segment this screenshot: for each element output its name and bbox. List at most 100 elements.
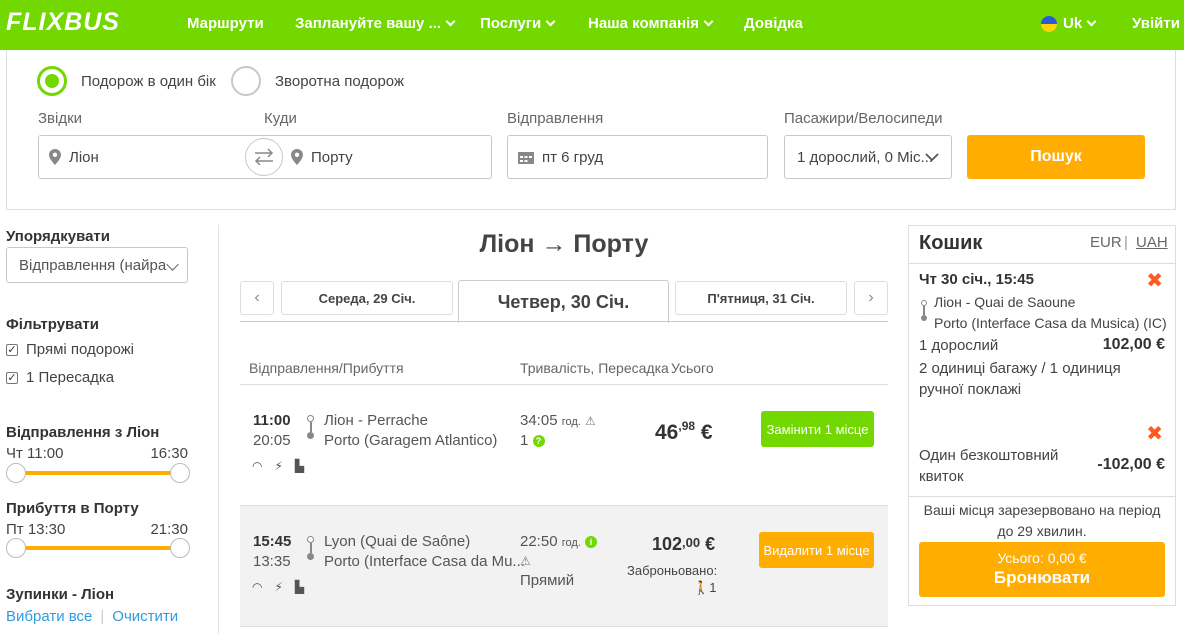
nav-company-label: Наша компанія <box>588 15 699 32</box>
book-button[interactable]: Усього: 0,00 € Бронювати <box>919 542 1165 597</box>
departure-time-slider[interactable] <box>6 463 190 483</box>
currency-eur[interactable]: EUR <box>1090 234 1122 251</box>
cart-divider <box>909 263 1175 264</box>
search-button[interactable]: Пошук <box>967 135 1145 179</box>
arrival-station[interactable]: Porto (Interface Casa da Mu... <box>324 553 525 570</box>
header-divider <box>240 384 888 385</box>
select-all-link[interactable]: Вибрати все <box>6 608 92 625</box>
from-value: Ліон <box>69 148 99 166</box>
login-label: Увійти <box>1132 15 1180 32</box>
duration-unit: год. <box>561 416 581 428</box>
warning-icon[interactable]: ⚠ <box>520 554 531 568</box>
cart-to-stop: Porto (Interface Casa da Musica) (IC) <box>934 315 1167 331</box>
person-icon: 🚶 <box>693 580 710 595</box>
checkbox-checked-icon: ✓ <box>6 343 18 356</box>
arrival-station[interactable]: Porto (Garagem Atlantico) <box>324 432 497 449</box>
remove-trip-icon[interactable]: ✖ <box>1146 268 1163 293</box>
booked-label: Заброньовано: <box>627 563 718 578</box>
duration-value: 34:05 <box>520 412 558 429</box>
date-tabs-underline <box>240 321 888 322</box>
price-main: 46 <box>655 421 679 444</box>
cart-voucher-price: -102,00 € <box>1097 456 1165 473</box>
nav-routes[interactable]: Маршрути <box>187 15 264 32</box>
slider-max-handle[interactable] <box>170 538 190 558</box>
clear-link[interactable]: Очистити <box>112 608 178 625</box>
to-label: Куди <box>264 110 297 127</box>
departure-min-label: Чт 11:00 <box>6 445 64 462</box>
help-icon[interactable]: ? <box>532 435 545 448</box>
chevron-right-icon: › <box>868 289 874 306</box>
trip-duration: 22:50 год. i <box>520 533 598 550</box>
info-icon[interactable]: i <box>585 536 598 549</box>
sort-select[interactable]: Відправлення (найра <box>6 247 188 283</box>
swap-direction-button[interactable] <box>245 138 283 176</box>
price-main: 102 <box>652 534 683 554</box>
route-title: Ліон → Порту <box>479 230 649 258</box>
calendar-icon <box>518 152 534 164</box>
to-input[interactable]: Порту <box>265 135 492 179</box>
swap-arrows-icon <box>254 148 274 166</box>
language-label: Uk <box>1063 15 1083 32</box>
amenities: ◠ ⚡ ▙ <box>252 459 304 473</box>
nav-plan-trip[interactable]: Заплануйте вашу ... <box>295 15 456 32</box>
nav-services-label: Послуги <box>480 15 542 32</box>
book-button-label: Бронювати <box>993 568 1091 587</box>
passengers-select[interactable]: 1 дорослий, 0 Міс... <box>784 135 952 179</box>
one-way-radio[interactable]: Подорож в один бік <box>37 66 216 96</box>
arrival-time-slider[interactable] <box>6 538 190 558</box>
filter-direct-checkbox[interactable]: ✓ Прямі подорожі <box>6 341 134 358</box>
location-pin-icon <box>291 149 303 165</box>
radio-selected-icon <box>37 66 67 96</box>
slider-track <box>14 546 182 550</box>
cart-trip-datetime: Чт 30 січ., 15:45 <box>919 271 1034 288</box>
arrival-time: 20:05 <box>253 432 291 449</box>
login-link[interactable]: Увійти <box>1132 15 1180 32</box>
language-selector[interactable]: Uk <box>1041 15 1097 32</box>
radio-empty-icon <box>231 66 261 96</box>
nav-company[interactable]: Наша компанія <box>588 15 714 32</box>
stops-heading: Зупинки - Ліон <box>6 586 115 603</box>
prev-day-tab[interactable]: Середа, 29 Січ. <box>281 281 453 315</box>
remove-voucher-icon[interactable]: ✖ <box>1146 421 1163 446</box>
next-day-tab[interactable]: П'ятниця, 31 Січ. <box>675 281 847 315</box>
stops-links: Вибрати все | Очистити <box>6 608 178 625</box>
slider-min-handle[interactable] <box>6 538 26 558</box>
currency-separator: | <box>1124 234 1128 251</box>
return-trip-radio[interactable]: Зворотна подорож <box>231 66 404 96</box>
cart-reserved-note: Ваші місця зарезервовано на період до 29… <box>923 502 1161 539</box>
slider-track <box>14 471 182 475</box>
date-input[interactable]: пт 6 груд <box>507 135 768 179</box>
current-day-tab[interactable]: Четвер, 30 Січ. <box>458 280 669 323</box>
trip-duration: 34:05 год. ⚠ <box>520 412 596 429</box>
col-total-header: Усього <box>671 360 714 376</box>
remove-seat-button[interactable]: Видалити 1 місце <box>759 532 874 568</box>
transfers: Прямий <box>520 572 575 589</box>
booked-count-value: 1 <box>709 580 717 595</box>
change-seat-button[interactable]: Замінити 1 місце <box>761 411 874 447</box>
nav-help[interactable]: Довідка <box>744 15 803 32</box>
one-way-label: Подорож в один бік <box>81 72 216 90</box>
power-plug-icon: ⚡ <box>274 459 283 473</box>
duration-value: 22:50 <box>520 533 558 550</box>
departure-station[interactable]: Lyon (Quai de Saône) <box>324 533 470 550</box>
cart-passenger: 1 дорослий <box>919 337 999 354</box>
departure-time-heading: Відправлення з Ліон <box>6 424 160 441</box>
filter-one-transfer-checkbox[interactable]: ✓ 1 Пересадка <box>6 369 114 386</box>
slider-min-handle[interactable] <box>6 463 26 483</box>
flixbus-logo[interactable]: FLIXBUS <box>6 8 120 37</box>
cart-passenger-price: 102,00 € <box>1102 336 1165 353</box>
nav-services[interactable]: Послуги <box>480 15 556 32</box>
cart-luggage: 2 одиниці багажу / 1 одиниця ручної покл… <box>919 360 1121 398</box>
ukraine-flag-icon <box>1041 15 1057 32</box>
warning-icon[interactable]: ⚠ <box>585 414 596 428</box>
slider-max-handle[interactable] <box>170 463 190 483</box>
currency-uah[interactable]: UAH <box>1136 234 1168 251</box>
arrival-min-label: Пт 13:30 <box>6 521 66 538</box>
prev-date-arrow[interactable]: ‹ <box>240 281 274 315</box>
departure-station[interactable]: Ліон - Perrache <box>324 412 428 429</box>
to-value: Порту <box>311 148 353 166</box>
departure-max-label: 16:30 <box>150 445 188 462</box>
next-date-arrow[interactable]: › <box>854 281 888 315</box>
checkbox-checked-icon: ✓ <box>6 371 18 384</box>
price: 46,98 € <box>655 419 713 445</box>
